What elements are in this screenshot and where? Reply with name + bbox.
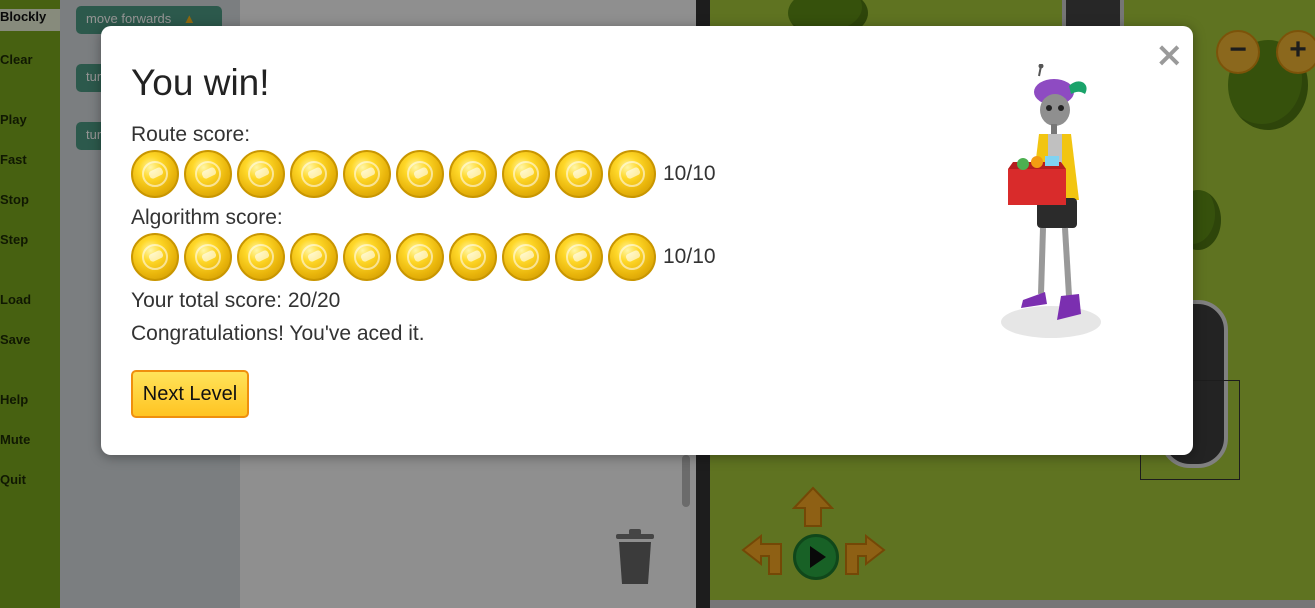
gold-coin-icon (131, 233, 179, 281)
next-level-button[interactable]: Next Level (131, 370, 249, 418)
gold-coin-icon (184, 150, 232, 198)
congratulations-message: Congratulations! You've aced it. (131, 322, 425, 345)
algorithm-score-row: 10/10 (131, 231, 716, 283)
route-score-label: Route score: (131, 123, 251, 146)
close-button[interactable]: × (1155, 38, 1184, 72)
gold-coin-icon (343, 150, 391, 198)
gold-coin-icon (184, 233, 232, 281)
gold-coin-icon (502, 150, 550, 198)
gold-coin-icon (237, 233, 285, 281)
gold-coin-icon (131, 150, 179, 198)
win-dialog: × You win! Route score: 10/10 Algorithm … (101, 26, 1193, 455)
gold-coin-icon (396, 150, 444, 198)
gold-coin-icon (449, 233, 497, 281)
gold-coin-icon (555, 233, 603, 281)
gold-coin-icon (608, 150, 656, 198)
algorithm-score-label: Algorithm score: (131, 206, 283, 229)
gold-coin-icon (237, 150, 285, 198)
gold-coin-icon (290, 233, 338, 281)
gold-coin-icon (502, 233, 550, 281)
robot-mascot-icon (1001, 64, 1101, 338)
dialog-title: You win! (131, 62, 270, 103)
gold-coin-icon (449, 150, 497, 198)
route-score-row: 10/10 (131, 148, 716, 200)
gold-coin-icon (608, 233, 656, 281)
gold-coin-icon (343, 233, 391, 281)
algorithm-score-value: 10/10 (663, 245, 716, 268)
total-score-text: Your total score: 20/20 (131, 289, 341, 312)
gold-coin-icon (290, 150, 338, 198)
route-score-value: 10/10 (663, 162, 716, 185)
route-coins (131, 150, 661, 198)
gold-coin-icon (555, 150, 603, 198)
gold-coin-icon (396, 233, 444, 281)
algorithm-coins (131, 233, 661, 281)
